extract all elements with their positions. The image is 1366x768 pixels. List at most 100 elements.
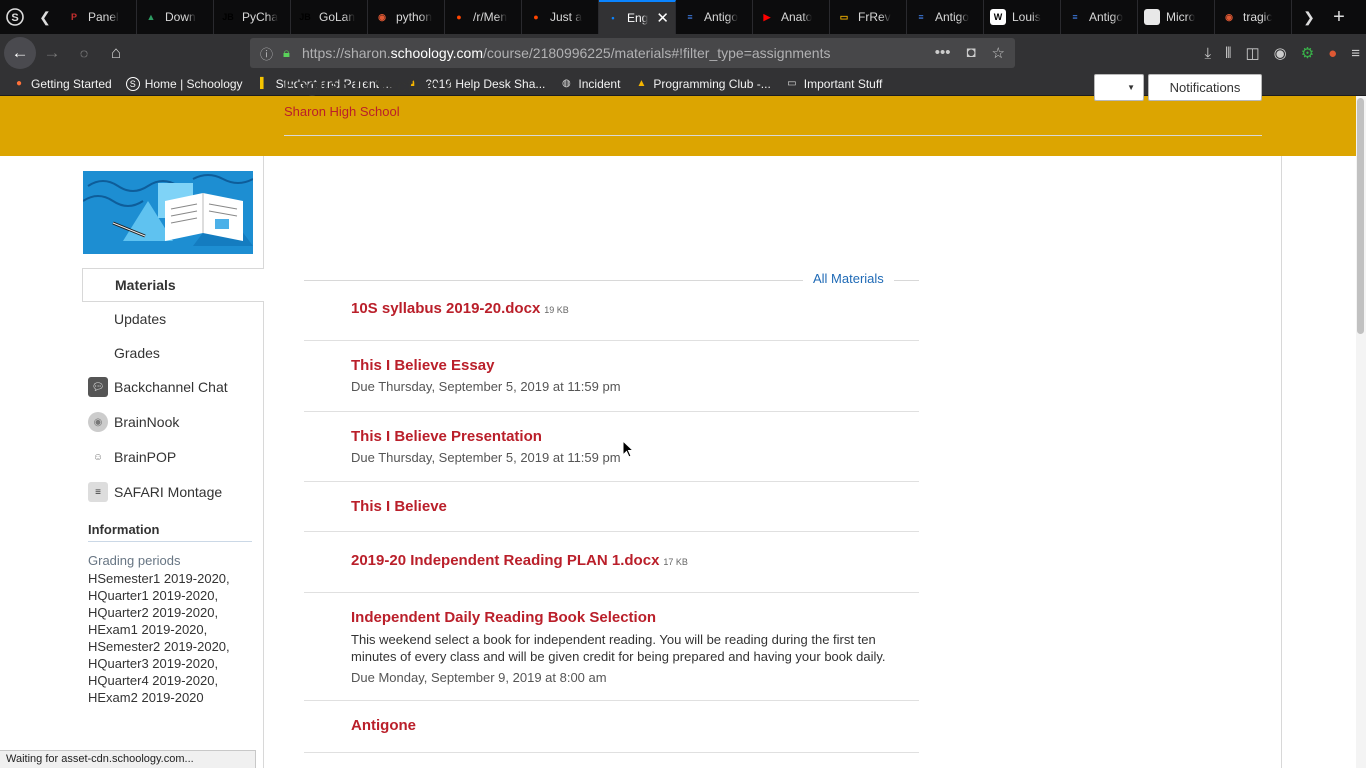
tab-favicon-icon: W — [990, 9, 1006, 25]
home-button[interactable]: ⌂ — [100, 37, 132, 69]
tab-title: Antigo — [935, 10, 970, 24]
all-materials-filter[interactable]: All Materials — [803, 271, 894, 286]
sidebar-item-label: Grades — [114, 345, 160, 361]
file-size: 19 KB — [544, 305, 569, 315]
sidebar-app-brainpop[interactable]: ☺ BrainPOP — [82, 440, 264, 474]
tab-title: Antigo — [704, 10, 739, 24]
material-title-link[interactable]: 10S syllabus 2019-20.docx — [351, 300, 540, 317]
grading-period-link[interactable]: HSemester2 2019-2020, — [88, 638, 230, 655]
browser-tab[interactable]: • Eng ✕ — [599, 0, 676, 34]
material-title-link[interactable]: Independent Daily Reading Book Selection — [351, 609, 656, 626]
tab-scroll-left-icon[interactable]: ❮ — [30, 0, 60, 34]
grading-period-link[interactable]: HSemester1 2019-2020, — [88, 570, 230, 587]
tab-title: python — [396, 10, 433, 24]
grading-period-link[interactable]: HQuarter1 2019-2020, — [88, 587, 230, 604]
bookmark-item[interactable]: ● Getting Started — [12, 77, 112, 91]
back-button[interactable]: ← — [4, 37, 36, 69]
tab-title: Panel — [88, 10, 119, 24]
drive-icon: ▲ — [636, 78, 647, 89]
sidebar-app-brainnook[interactable]: ◉ BrainNook — [82, 405, 264, 439]
bookmark-item[interactable]: ▲ Programming Club -... — [634, 77, 770, 91]
grading-period-link[interactable]: HQuarter4 2019-2020, — [88, 672, 230, 689]
bookmark-star-icon[interactable]: ☆ — [992, 44, 1005, 62]
school-name-link[interactable]: Sharon High School — [284, 104, 400, 119]
browser-tab[interactable]: JB GoLan — [291, 0, 368, 34]
scrollbar-thumb[interactable] — [1357, 98, 1364, 334]
sidebar-item-grades[interactable]: Grades — [82, 336, 264, 370]
bookmark-item[interactable]: ▭ Important Stuff — [785, 77, 882, 91]
account-icon[interactable]: ◉ — [1274, 44, 1287, 62]
sidebar-app-label: BrainNook — [114, 414, 180, 430]
bookmark-item[interactable]: S Home | Schoology — [125, 76, 243, 91]
material-title-link[interactable]: This I Believe Essay — [351, 357, 494, 374]
browser-tab[interactable]: W Louis — [984, 0, 1061, 34]
folder-icon: ▭ — [787, 78, 797, 89]
material-item: Independent Daily Reading Book Selection… — [304, 593, 919, 701]
bookmark-label: Incident — [578, 76, 621, 91]
browser-tab[interactable]: ● /r/Men — [445, 0, 522, 34]
page-scrollbar[interactable] — [1356, 96, 1366, 768]
extension-vpn-icon[interactable]: ⚙ — [1301, 44, 1314, 62]
tab-list-icon[interactable]: ⌄ — [1354, 0, 1366, 34]
browser-tab[interactable]: ▶ Anato — [753, 0, 830, 34]
extension-duckduckgo-icon[interactable]: ● — [1328, 45, 1337, 62]
pocket-icon[interactable]: ◘ — [966, 44, 975, 62]
new-tab-icon[interactable]: + — [1324, 0, 1354, 34]
menu-icon[interactable]: ≡ — [1351, 45, 1360, 62]
browser-tab[interactable]: ▭ FrRev — [830, 0, 907, 34]
material-title-link[interactable]: 2019-20 Independent Reading PLAN 1.docx — [351, 552, 659, 569]
site-header-bar — [0, 96, 1366, 156]
grading-period-link[interactable]: HExam2 2019-2020 — [88, 689, 230, 706]
browser-tab[interactable]: P Panel — [60, 0, 137, 34]
sidebar-item-label: Materials — [115, 277, 176, 293]
bookmark-item[interactable]: ◍ Incident — [559, 77, 620, 91]
tab-title: Antigo — [1089, 10, 1124, 24]
sidebar-app-chat[interactable]: 💬︎ Backchannel Chat — [82, 370, 264, 404]
browser-tab[interactable]: ≡ Antigo — [907, 0, 984, 34]
library-icon[interactable]: ⫴ — [1225, 45, 1231, 62]
material-title-link[interactable]: Antigone — [351, 717, 416, 734]
grading-periods-heading: Grading periods — [88, 553, 181, 568]
browser-tab[interactable]: ◉ python — [368, 0, 445, 34]
tab-favicon-icon: ▭ — [839, 11, 849, 22]
sidebar-toggle-icon[interactable]: ◫ — [1245, 44, 1259, 62]
address-bar[interactable]: ⓘ 🔒︎ https://sharon.schoology.com/course… — [250, 38, 1015, 68]
material-title-link[interactable]: This I Believe — [351, 498, 447, 515]
grading-period-link[interactable]: HQuarter2 2019-2020, — [88, 604, 230, 621]
grading-period-link[interactable]: HExam1 2019-2020, — [88, 621, 230, 638]
schoology-pinned-icon[interactable]: S — [0, 0, 30, 34]
bookmark-icon: ▌ — [260, 78, 268, 89]
browser-tab[interactable]: ▲ Down — [137, 0, 214, 34]
due-date: Due Thursday, September 5, 2019 at 11:59… — [351, 450, 621, 465]
stop-loading-icon[interactable]: ◌ — [68, 37, 100, 69]
downloads-icon[interactable]: ⤓ — [1204, 45, 1211, 62]
due-date: Due Thursday, September 5, 2019 at 11:59… — [351, 379, 621, 394]
browser-tab[interactable]: ● Just a — [522, 0, 599, 34]
sidebar-item-materials[interactable]: Materials — [82, 268, 264, 302]
material-item: 2019-20 Independent Reading PLAN 1.docx 1… — [304, 532, 919, 593]
tab-title: Micro — [1166, 10, 1196, 24]
forward-button[interactable]: → — [36, 37, 68, 69]
page-actions-icon[interactable]: ••• — [935, 44, 951, 62]
close-tab-icon[interactable]: ✕ — [656, 9, 669, 27]
due-date: Due Monday, September 9, 2019 at 8:00 am — [351, 670, 607, 685]
material-title-link[interactable]: This I Believe Presentation — [351, 428, 542, 445]
sidebar-item-updates[interactable]: Updates — [82, 302, 264, 336]
browser-tab[interactable]: Micro — [1138, 0, 1215, 34]
tab-favicon-icon: ▶ — [763, 11, 771, 22]
browser-tab[interactable]: ◉ tragic — [1215, 0, 1292, 34]
browser-tab[interactable]: JB PyCha — [214, 0, 291, 34]
browser-tab[interactable]: ≡ Antigo — [1061, 0, 1138, 34]
tab-scroll-right-icon[interactable]: ❯ — [1294, 0, 1324, 34]
sidebar-app-safari-montage[interactable]: ≡ SAFARI Montage — [82, 475, 264, 509]
tab-favicon-icon: ▲ — [146, 12, 156, 22]
material-description: This weekend select a book for independe… — [351, 632, 886, 664]
tab-favicon-icon: ● — [456, 12, 462, 22]
notifications-button[interactable]: Notifications — [1148, 74, 1262, 101]
grading-period-link[interactable]: HQuarter3 2019-2020, — [88, 655, 230, 672]
tab-favicon-icon: ◉ — [378, 11, 386, 22]
browser-tab[interactable]: ≡ Antigo — [676, 0, 753, 34]
info-icon[interactable]: ⓘ — [260, 44, 273, 63]
url-text[interactable]: https://sharon.schoology.com/course/2180… — [302, 45, 935, 61]
course-options-dropdown[interactable]: ▼ — [1094, 74, 1144, 101]
